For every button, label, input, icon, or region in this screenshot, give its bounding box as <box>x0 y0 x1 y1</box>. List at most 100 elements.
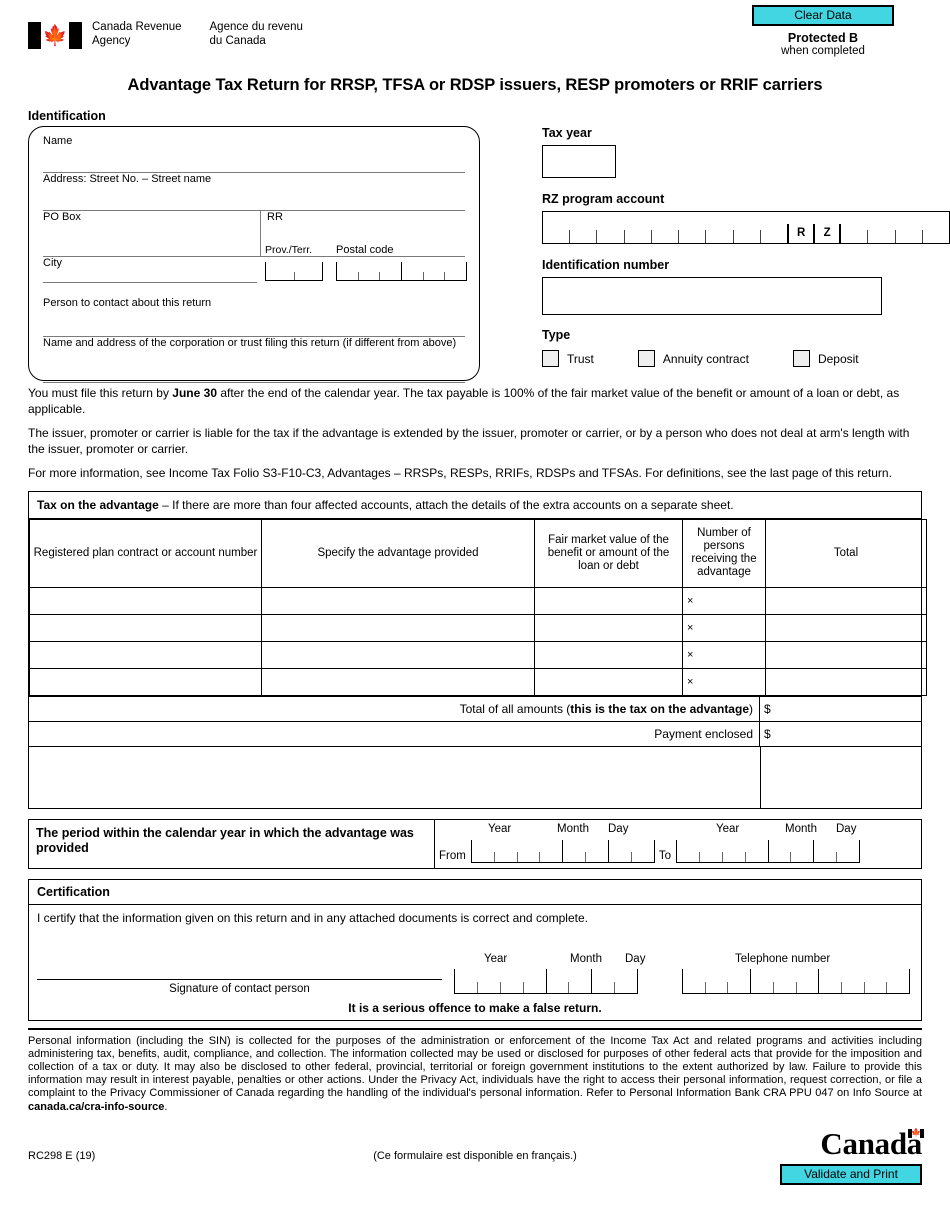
right-column: Tax year RZ program account RZ Identific… <box>542 126 950 367</box>
cell-account[interactable] <box>29 640 262 669</box>
from-month-label: Month <box>557 822 589 835</box>
type-checkbox-trust[interactable] <box>542 350 559 367</box>
rz-suffix-cell[interactable] <box>894 230 922 243</box>
protected-b-label: Protected B <box>787 31 859 45</box>
cell-advantage[interactable] <box>261 586 535 615</box>
from-day-label: Day <box>608 822 629 835</box>
cell-total[interactable] <box>765 586 927 615</box>
rz-suffix-cell[interactable] <box>839 224 867 243</box>
corporation-field[interactable]: Name and address of the corporation or t… <box>43 337 465 383</box>
cell-account[interactable] <box>29 667 262 696</box>
certification-date-input[interactable] <box>454 968 638 994</box>
total-label-pre: Total of all amounts ( <box>459 701 571 716</box>
name-field[interactable]: Name <box>43 135 465 173</box>
cert-year-label: Year <box>484 952 508 965</box>
cell-total[interactable] <box>765 667 927 696</box>
header-actions: Clear Data Protected B when completed <box>752 5 894 58</box>
cell-fmv[interactable] <box>534 640 683 669</box>
to-day-label: Day <box>836 822 857 835</box>
cell-persons[interactable]: × <box>682 613 766 642</box>
canada-flag-icon: 🍁 <box>28 22 82 49</box>
total-currency-symbol: $ <box>764 701 771 716</box>
cell-persons[interactable]: × <box>682 586 766 615</box>
clear-data-button[interactable]: Clear Data <box>752 5 894 26</box>
instructions-block: You must file this return by June 30 aft… <box>28 386 922 482</box>
cell-advantage[interactable] <box>261 640 535 669</box>
telephone-input[interactable] <box>682 968 911 994</box>
to-month-label: Month <box>785 822 817 835</box>
certification-section: Certification I certify that the informa… <box>28 878 922 1021</box>
address-label: Address: Street No. – Street name <box>43 173 212 185</box>
type-label: Type <box>542 328 571 342</box>
telephone-label: Telephone number <box>735 952 831 965</box>
cell-account[interactable] <box>29 586 262 615</box>
rz-digit-cell[interactable] <box>543 230 569 243</box>
tax-year-input[interactable] <box>542 145 616 178</box>
rz-digit-cell[interactable] <box>678 230 705 243</box>
validate-print-button[interactable]: Validate and Print <box>780 1163 922 1185</box>
canada-wordmark-text: Canada 🍁 <box>820 1125 924 1161</box>
canada-wordmark-label: Canada <box>820 1125 922 1161</box>
table-header-row: Registered plan contract or account numb… <box>29 518 927 588</box>
from-date-input[interactable] <box>470 839 655 863</box>
rz-digit-cell[interactable] <box>623 230 651 243</box>
signature-line[interactable] <box>37 978 442 980</box>
cell-advantage[interactable] <box>261 613 535 642</box>
paragraph-text: For more information, see Income Tax Fol… <box>28 466 892 480</box>
rz-digit-cell[interactable] <box>732 230 760 243</box>
page-title: Advantage Tax Return for RRSP, TFSA or R… <box>127 76 823 94</box>
cert-month-label: Month <box>570 952 602 965</box>
to-year-label: Year <box>716 822 740 835</box>
advantage-table: Registered plan contract or account numb… <box>29 518 927 696</box>
cell-fmv[interactable] <box>534 586 683 615</box>
rz-program-account-input[interactable]: RZ <box>542 211 950 244</box>
from-label: From <box>439 849 466 862</box>
cell-account[interactable] <box>29 613 262 642</box>
cell-fmv[interactable] <box>534 613 683 642</box>
city-row: City Prov./Terr. Postal code <box>43 244 468 297</box>
cell-persons[interactable]: × <box>682 640 766 669</box>
payment-amount-input[interactable]: $ <box>760 722 921 746</box>
privacy-link: canada.ca/cra-info-source <box>28 1100 165 1113</box>
total-label: Total of all amounts (this is the tax on… <box>29 696 760 721</box>
type-checkbox-group: Trust Annuity contract Deposit <box>542 350 950 367</box>
type-checkbox-annuity-contract[interactable] <box>637 350 655 367</box>
type-checkbox-deposit[interactable] <box>792 350 810 367</box>
city-input[interactable] <box>43 282 257 283</box>
identification-number-input[interactable] <box>542 277 882 315</box>
form-page: 🍁 Canada Revenue Agency Agence du revenu… <box>0 0 950 1230</box>
rz-digit-cell[interactable] <box>759 230 787 243</box>
cell-fmv[interactable] <box>534 667 683 696</box>
table-footer-space <box>29 745 921 808</box>
name-label: Name <box>43 135 73 147</box>
cell-advantage[interactable] <box>261 667 535 696</box>
column-header-total: Total <box>765 518 927 588</box>
rz-suffix-cell[interactable] <box>921 230 949 243</box>
column-header-advantage: Specify the advantage provided <box>261 518 535 588</box>
canada-flag-mini-icon: 🍁 <box>908 1128 924 1138</box>
cell-persons[interactable]: × <box>682 667 766 696</box>
table-footer-left <box>29 747 760 808</box>
total-amount-input[interactable]: $ <box>760 697 921 721</box>
rz-digit-cell[interactable] <box>596 230 623 243</box>
to-date-input[interactable] <box>676 839 860 863</box>
paragraph-text: The issuer, promoter or carrier is liabl… <box>28 426 910 456</box>
total-label-bold: this is the tax on the advantage <box>570 701 749 716</box>
po-box-field[interactable]: PO Box <box>43 211 261 256</box>
certification-heading: Certification <box>29 880 921 905</box>
signature-caption: Signature of contact person <box>169 982 310 995</box>
cell-total[interactable] <box>765 613 927 642</box>
type-label-trust: Trust <box>567 351 594 366</box>
prov-input[interactable] <box>265 262 323 281</box>
privacy-text-1: Personal information (including the SIN)… <box>28 1034 922 1100</box>
rz-digit-cell[interactable] <box>569 230 596 243</box>
rz-digit-cell[interactable] <box>650 230 678 243</box>
rz-suffix-cell[interactable] <box>867 230 894 243</box>
postal-code-input[interactable] <box>336 262 468 281</box>
total-row: Total of all amounts (this is the tax on… <box>29 695 921 721</box>
address-field[interactable]: Address: Street No. – Street name <box>43 173 465 211</box>
contact-person-field[interactable]: Person to contact about this return <box>43 297 465 337</box>
cell-total[interactable] <box>765 640 927 669</box>
rz-digit-cell[interactable] <box>705 230 732 243</box>
period-date-fields: Year Month Day Year Month Day From To <box>435 820 921 868</box>
